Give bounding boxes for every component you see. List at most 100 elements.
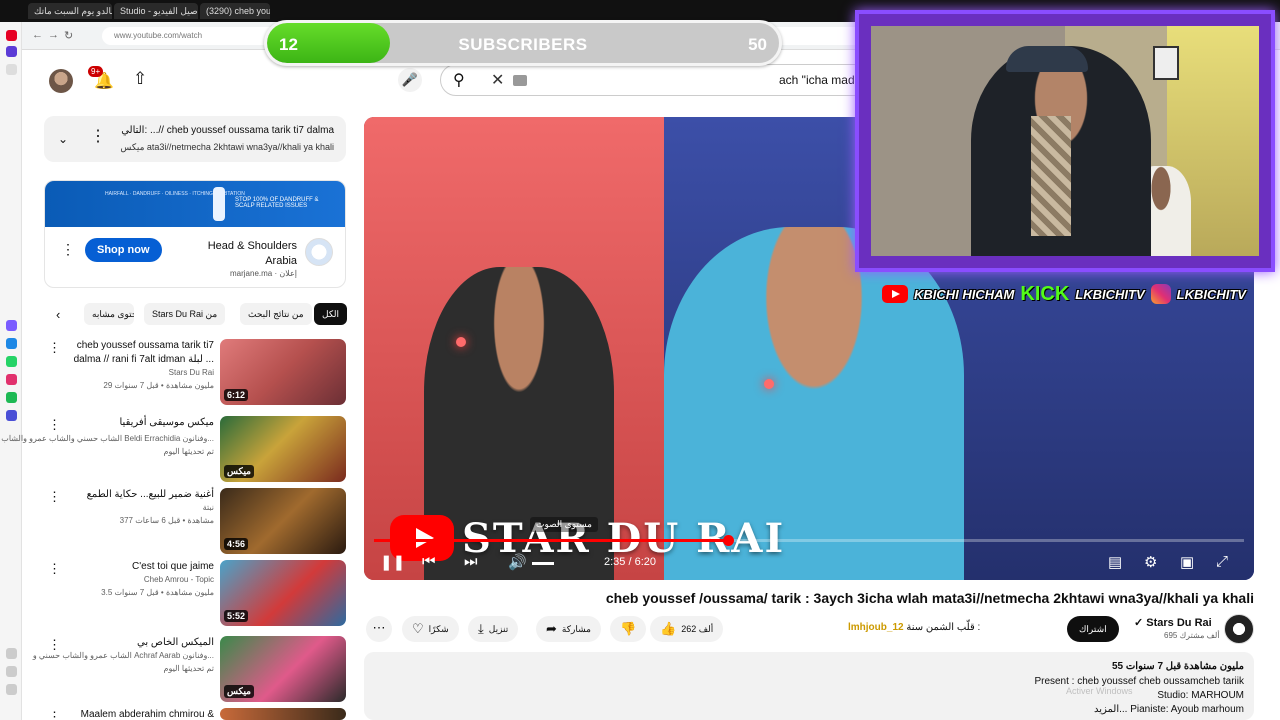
video-thumbnail[interactable]: ميكس <box>220 636 346 702</box>
chevron-left-icon[interactable]: ‹ <box>56 307 60 322</box>
video-channel[interactable]: Cheb Amrou - Topic <box>144 575 214 584</box>
video-thumbnail[interactable]: 4:56 <box>220 488 346 554</box>
progress-scrubber[interactable] <box>723 535 735 546</box>
like-button[interactable]: 👍 262 ألف <box>650 616 724 642</box>
more-options-icon[interactable]: ⋮ <box>48 418 61 431</box>
video-title[interactable]: الميكس الخاص بي <box>64 636 214 650</box>
keyboard-icon[interactable] <box>513 75 527 86</box>
channel-name-text[interactable]: Stars Du Rai <box>1146 617 1211 629</box>
more-options-icon[interactable]: ⋮ <box>48 562 61 575</box>
video-thumbnail[interactable]: 6:12 <box>220 339 346 405</box>
star-icon[interactable] <box>6 64 17 75</box>
search-input[interactable]: ach "icha mad <box>779 73 855 87</box>
thanks-button[interactable]: ♡ شكرًا <box>402 616 459 642</box>
reload-icon[interactable]: ↻ <box>64 29 73 42</box>
more-options-icon[interactable]: ⋮ <box>90 129 106 145</box>
video-title[interactable]: cheb youssef oussama tarik ti7 dalma // … <box>64 339 214 367</box>
fullscreen-icon[interactable]: ⤢ <box>1216 553 1228 570</box>
comment-user[interactable]: lmhjoub_12 <box>848 622 904 633</box>
share-icon: ➦ <box>546 621 557 636</box>
back-icon[interactable]: ← <box>32 29 43 41</box>
brand-logo[interactable] <box>305 238 333 266</box>
video-title[interactable]: ميكس موسيقى أفريقيا <box>64 416 215 430</box>
whatsapp-icon[interactable] <box>6 356 17 367</box>
video-meta: 3.5 مليون مشاهدة • قبل 7 سنوات <box>101 588 214 597</box>
social-handles: KBICHI HICHAM KICK LKBICHITV LKBICHITV <box>882 281 1262 307</box>
download-label: تنزيل <box>488 623 509 634</box>
browser-tab[interactable]: Studio - تفاصيل الفيديو <box>114 3 198 19</box>
video-channel[interactable]: الشاب حسني والشاب عمرو والشاب Beldi Erra… <box>1 434 214 443</box>
spotify-icon[interactable] <box>6 392 17 403</box>
settings-gear-icon[interactable]: ⚙ <box>1144 553 1157 571</box>
ad-card[interactable]: HAIRFALL · DANDRUFF · OILINESS · ITCHING… <box>44 180 346 288</box>
subtitles-icon[interactable]: ▤ <box>1108 553 1122 571</box>
ad-brand[interactable]: Head & Shoulders Arabia <box>177 239 297 269</box>
list-item[interactable]: ⋮ أغنية ضمير للبيع... حكاية الطمع نبتة 3… <box>44 488 346 554</box>
download-button[interactable]: ⤓ تنزيل <box>468 616 519 642</box>
list-item[interactable]: ⋮ cheb youssef oussama tarik ti7 dalma /… <box>44 339 346 405</box>
search-box[interactable]: ⚲ ✕ ach "icha mad <box>440 64 870 96</box>
dislike-button[interactable]: 👎 <box>610 616 647 642</box>
video-title[interactable]: Maalem abderahim chmirou & <box>64 708 214 720</box>
mic-icon[interactable]: 🎤 <box>398 68 422 92</box>
next-up-card[interactable]: ⌄ ⋮ التالي: ...// cheb youssef oussama t… <box>44 116 346 162</box>
screen: اخيرا رونالدو يوم السبت ماتك Studio - تف… <box>0 0 1280 720</box>
progress-bar[interactable] <box>374 535 1244 546</box>
list-item[interactable]: ⋮ C'est toi que jaime Cheb Amrou - Topic… <box>44 560 346 626</box>
video-channel[interactable]: الشاب عمرو والشاب حسني و Achraf Aarab وف… <box>33 651 214 660</box>
share-button[interactable]: ➦ مشاركة <box>536 616 601 642</box>
notifications-bell-icon[interactable]: 🔔 9+ <box>88 66 114 91</box>
video-channel[interactable]: نبتة <box>203 503 214 512</box>
chip-from-search[interactable]: من نتائج البحث <box>240 303 312 325</box>
video-title[interactable]: أغنية ضمير للبيع... حكاية الطمع <box>64 488 214 502</box>
channel-avatar[interactable] <box>1224 614 1254 644</box>
more-options-icon[interactable]: ⋮ <box>48 490 61 503</box>
video-duration: 4:56 <box>224 538 249 550</box>
chevron-down-icon[interactable]: ⌄ <box>58 132 68 146</box>
progress-played <box>374 539 729 542</box>
list-item[interactable]: ⋮ الميكس الخاص بي الشاب عمرو والشاب حسني… <box>33 636 346 702</box>
opera-icon[interactable] <box>6 30 17 41</box>
app-icon[interactable] <box>6 320 17 331</box>
next-icon[interactable]: ⏭ <box>464 553 478 570</box>
ad-banner[interactable]: HAIRFALL · DANDRUFF · OILINESS · ITCHING… <box>45 181 345 227</box>
messenger-icon[interactable] <box>6 338 17 349</box>
miniplayer-icon[interactable]: ▣ <box>1180 553 1194 571</box>
search-icon[interactable]: ⚲ <box>453 70 465 90</box>
clear-icon[interactable]: ✕ <box>491 70 504 90</box>
video-thumbnail[interactable] <box>220 708 346 720</box>
aria-icon[interactable] <box>6 46 17 57</box>
video-thumbnail[interactable]: ميكس <box>220 416 346 482</box>
subscribe-button[interactable]: اشتراك <box>1067 616 1119 642</box>
instagram-icon[interactable] <box>6 374 17 385</box>
browser-tab[interactable]: اخيرا رونالدو يوم السبت ماتك <box>28 3 112 19</box>
more-actions-icon[interactable]: ⋯ <box>366 616 392 642</box>
browser-tab[interactable]: (3290) cheb youss <box>200 3 270 19</box>
previous-icon[interactable]: ⏮ <box>422 553 436 570</box>
volume-slider[interactable] <box>532 562 554 565</box>
more-options-icon[interactable]: ⋮ <box>48 638 61 651</box>
list-item[interactable]: ⋮ Maalem abderahim chmirou & <box>44 708 346 720</box>
channel-name[interactable]: ✓ Stars Du Rai <box>1134 616 1212 629</box>
video-thumbnail[interactable]: 5:52 <box>220 560 346 626</box>
app-icon[interactable] <box>6 410 17 421</box>
pause-icon[interactable]: ❚❚ <box>380 553 405 571</box>
video-channel[interactable]: Stars Du Rai <box>169 368 214 377</box>
history-icon[interactable] <box>6 648 17 659</box>
upload-icon[interactable]: ⇧ <box>133 69 147 89</box>
more-options-icon[interactable]: ⋮ <box>48 341 61 354</box>
more-options-icon[interactable]: ⋮ <box>61 241 75 258</box>
more-options-icon[interactable]: ⋮ <box>48 710 61 720</box>
chip-all[interactable]: الكل <box>314 303 348 325</box>
list-item[interactable]: ⋮ ميكس موسيقى أفريقيا الشاب حسني والشاب … <box>1 416 346 482</box>
description-box[interactable]: 55 مليون مشاهدة قبل 7 سنوات Present : ch… <box>364 652 1254 720</box>
forward-icon[interactable]: → <box>48 29 59 41</box>
more-icon[interactable] <box>6 684 17 695</box>
chip-related[interactable]: محتوى مشابه <box>84 303 134 325</box>
avatar[interactable] <box>49 69 73 93</box>
video-title[interactable]: C'est toi que jaime <box>64 560 214 574</box>
settings-icon[interactable] <box>6 666 17 677</box>
chip-from-channel[interactable]: Stars Du Rai من <box>144 303 226 325</box>
shop-now-button[interactable]: Shop now <box>85 238 162 262</box>
volume-icon[interactable]: 🔊 <box>508 553 527 571</box>
